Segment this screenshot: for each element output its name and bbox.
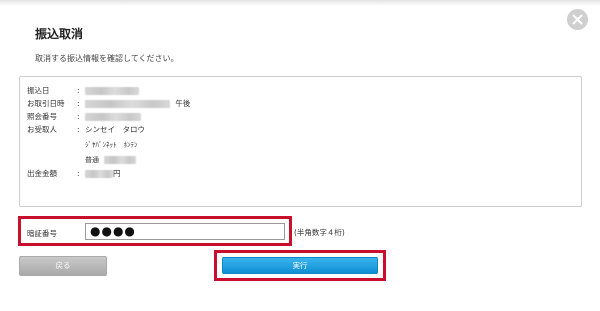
info-label: 振込日: [27, 86, 50, 95]
pin-highlight-box: 暗証番号 ●●●●: [18, 216, 292, 246]
masked-value: [85, 170, 113, 178]
pin-hint: (半角数字４桁): [294, 228, 345, 237]
close-button[interactable]: [567, 9, 588, 30]
recipient-bank-branch: ｼﾞﾔﾊﾟﾝﾈｯﾄ ﾎﾝﾃﾝ: [85, 141, 138, 149]
info-label: お取引日時: [27, 99, 65, 108]
info-row-reference-number: 照会番号:: [27, 111, 141, 123]
info-suffix: 円: [113, 169, 121, 178]
info-colon: :: [77, 125, 80, 134]
masked-value: [85, 87, 139, 95]
close-icon: [572, 14, 583, 25]
info-row-withdrawal-amount: 出金金額: 円: [27, 168, 121, 180]
info-label: 出金金額: [27, 169, 57, 178]
execute-button[interactable]: 実行: [222, 257, 378, 274]
info-colon: :: [77, 112, 80, 121]
dialog-title: 振込取消: [35, 27, 84, 41]
info-label: 照会番号: [27, 112, 57, 121]
execute-highlight-box: 実行: [214, 250, 386, 281]
info-colon: :: [77, 99, 80, 108]
dialog-instruction: 取消する振込情報を確認してください。: [35, 54, 179, 63]
info-colon: :: [77, 86, 80, 95]
pin-label: 暗証番号: [27, 229, 57, 238]
recipient-name: シンセイ タロウ: [85, 125, 145, 134]
masked-value: [85, 100, 170, 108]
account-type: 普通: [85, 156, 99, 164]
transfer-info-box: 振込日: お取引日時: 午後 照会番号: お受取人: シンセイ タロウ ｼﾞﾔﾊﾟ…: [19, 76, 582, 207]
info-suffix: 午後: [175, 99, 191, 108]
masked-value: [104, 156, 137, 164]
info-row-transfer-date: 振込日:: [27, 85, 139, 97]
back-button[interactable]: 戻る: [19, 256, 107, 276]
info-colon: :: [77, 169, 80, 178]
info-label: お受取人: [27, 125, 57, 134]
masked-value: [85, 113, 141, 121]
info-row-transaction-datetime: お取引日時: 午後: [27, 98, 190, 110]
top-edge-shadow: [0, 0, 600, 6]
recipient-account: 普通: [85, 154, 137, 166]
info-row-recipient: お受取人: シンセイ タロウ: [27, 124, 145, 136]
pin-input[interactable]: ●●●●: [85, 223, 285, 240]
